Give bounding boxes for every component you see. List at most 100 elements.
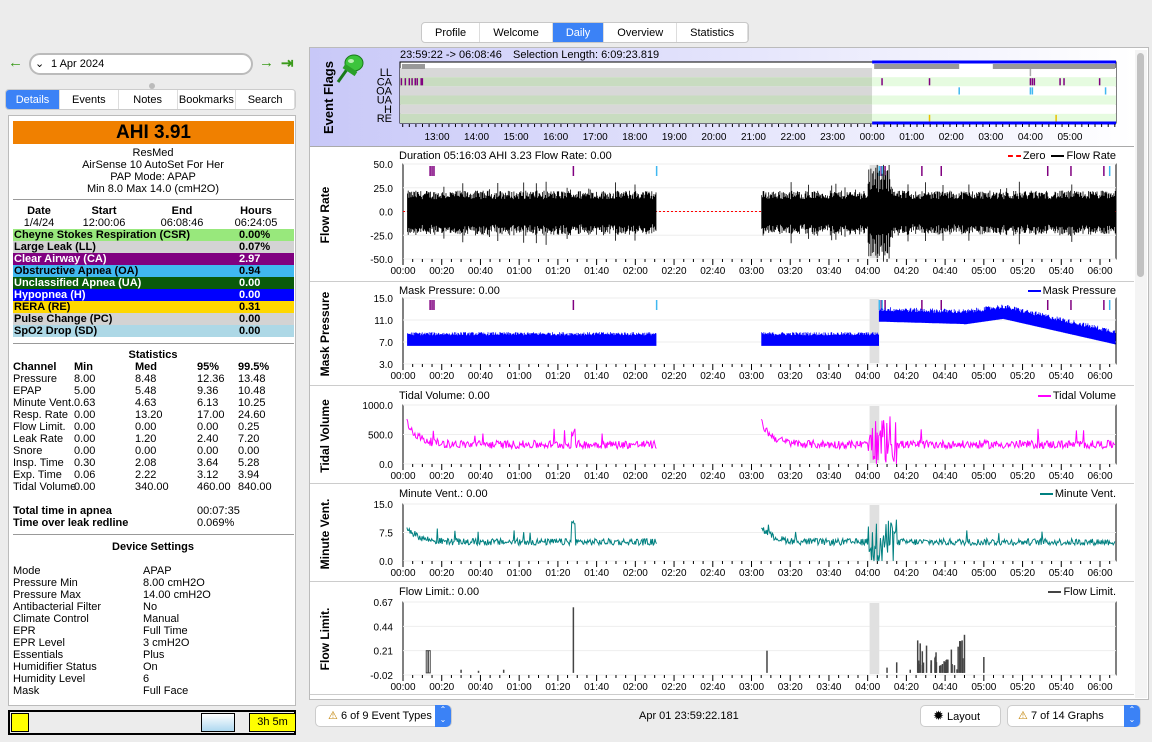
stats-cell: 17.00 bbox=[197, 409, 225, 421]
stats-cell: 10.48 bbox=[238, 385, 266, 397]
range-label: 23:59:22 -> 06:08:46 bbox=[400, 49, 502, 61]
legend-swatch bbox=[1027, 290, 1041, 293]
legend: Minute Vent. bbox=[1039, 488, 1116, 500]
tab-bookmarks[interactable]: Bookmarks bbox=[178, 90, 237, 109]
tab-welcome[interactable]: Welcome bbox=[480, 23, 553, 42]
graph-header: Tidal Volume: 0.00 bbox=[399, 390, 490, 402]
stats-cell: 12.36 bbox=[197, 373, 225, 385]
tab-daily[interactable]: Daily bbox=[552, 23, 605, 42]
pin-icon[interactable] bbox=[334, 52, 366, 84]
setting-label: Humidifier Status bbox=[13, 661, 97, 673]
setting-label: Pressure Min bbox=[13, 577, 78, 589]
machine-model: AirSense 10 AutoSet For Her bbox=[82, 159, 224, 171]
setting-row: Mode APAP bbox=[13, 565, 294, 577]
stats-cell: Insp. Time bbox=[13, 457, 64, 469]
stats-total-value: 0.069% bbox=[197, 517, 235, 529]
graph-scrollbar[interactable] bbox=[1135, 50, 1147, 698]
stats-cell: 13.20 bbox=[135, 409, 163, 421]
event-index-row[interactable]: Large Leak (LL) 0.07% bbox=[13, 241, 294, 253]
details-tabs: Details Events Notes Bookmarks Search bbox=[5, 89, 296, 110]
setting-value: 8.00 cmH2O bbox=[143, 577, 205, 589]
event-index-row[interactable]: RERA (RE) 0.31 bbox=[13, 301, 294, 313]
stats-cell: Minute Vent. bbox=[13, 397, 75, 409]
stats-total-label: Total time in apnea bbox=[13, 505, 112, 517]
divider bbox=[13, 199, 294, 200]
tab-profile[interactable]: Profile bbox=[422, 23, 481, 42]
pressure-graph-panel: Mask Pressure Mask Pressure: 0.00 Mask Pre… bbox=[310, 284, 1134, 386]
device-settings-title: Device Settings bbox=[112, 541, 194, 553]
stats-header-row: Channel Min Med 95% 99.5% bbox=[13, 361, 294, 373]
event-label: Obstructive Apnea (OA) bbox=[14, 265, 139, 277]
setting-row: Antibacterial Filter No bbox=[13, 601, 294, 613]
event-index-row[interactable]: Obstructive Apnea (OA) 0.94 bbox=[13, 265, 294, 277]
event-types-dropdown[interactable]: ⚠ 6 of 9 Event Types ⌃ ⌄ bbox=[315, 705, 452, 727]
event-index-row[interactable]: SpO2 Drop (SD) 0.00 bbox=[13, 325, 294, 337]
tab-search[interactable]: Search bbox=[236, 90, 295, 109]
status-indicator bbox=[201, 713, 235, 732]
setting-row: EPR Level 3 cmH2O bbox=[13, 637, 294, 649]
legend-swatch bbox=[1051, 155, 1065, 158]
panel-title: Flow Limit. bbox=[318, 607, 332, 671]
stats-cell: 7.20 bbox=[238, 433, 260, 445]
stats-cell: 0.00 bbox=[197, 421, 219, 433]
stats-cell: 340.00 bbox=[135, 481, 169, 493]
setting-value: Full Face bbox=[143, 685, 189, 697]
tab-events[interactable]: Events bbox=[60, 90, 119, 109]
tab-notes[interactable]: Notes bbox=[119, 90, 178, 109]
arrow-to-end-icon[interactable]: ⇥ bbox=[281, 54, 294, 72]
tab-statistics[interactable]: Statistics bbox=[677, 23, 749, 42]
event-index-row[interactable]: Cheyne Stokes Respiration (CSR) 0.00% bbox=[13, 229, 294, 241]
stats-cell: 0.00 bbox=[74, 409, 96, 421]
event-index-row[interactable]: Clear Airway (CA) 2.97 bbox=[13, 253, 294, 265]
stats-cell: 0.00 bbox=[74, 481, 96, 493]
session-value: 06:24:05 bbox=[234, 217, 278, 229]
setting-value: Manual bbox=[143, 613, 180, 625]
event-flags-panel: Event Flags 23:59:22 -> 06:08:46 Selecti… bbox=[310, 48, 1134, 147]
status-indicator bbox=[11, 713, 29, 732]
stats-header: Min bbox=[74, 361, 93, 373]
stats-row: Pressure 8.00 8.48 12.36 13.48 bbox=[13, 373, 294, 385]
stats-cell: 0.00 bbox=[74, 445, 96, 457]
scrollbar-thumb[interactable] bbox=[1137, 53, 1144, 277]
session-value: 12:00:06 bbox=[82, 217, 126, 229]
arrow-right-icon[interactable]: → bbox=[259, 54, 274, 71]
stats-total-label: Time over leak redline bbox=[13, 517, 129, 529]
event-index-row[interactable]: Unclassified Apnea (UA) 0.00 bbox=[13, 277, 294, 289]
stats-cell: 2.08 bbox=[135, 457, 157, 469]
warning-icon: ⚠ bbox=[1018, 710, 1028, 722]
stats-cell: 2.22 bbox=[135, 469, 157, 481]
event-index-row[interactable]: Pulse Change (PC) 0.00 bbox=[13, 313, 294, 325]
legend-label: Zero bbox=[1022, 150, 1046, 162]
stats-cell: Leak Rate bbox=[13, 433, 64, 445]
selection-length: Selection Length: 6:09:23.819 bbox=[513, 49, 660, 61]
legend-item: Zero bbox=[1007, 150, 1046, 162]
divider bbox=[13, 534, 294, 535]
setting-value: 6 bbox=[143, 673, 150, 685]
stats-total-row: Total time in apnea 00:07:35 bbox=[13, 505, 294, 517]
event-value: 0.31 bbox=[239, 301, 261, 313]
current-timestamp: Apr 01 23:59:22.181 bbox=[639, 710, 739, 722]
pap-mode: PAP Mode: APAP bbox=[110, 171, 196, 183]
arrow-left-icon[interactable]: ← bbox=[8, 54, 23, 71]
stats-cell: 0.06 bbox=[74, 469, 96, 481]
tab-details[interactable]: Details bbox=[6, 90, 60, 109]
stats-row: Insp. Time 0.30 2.08 3.64 5.28 bbox=[13, 457, 294, 469]
legend: Tidal Volume bbox=[1037, 390, 1116, 402]
tab-overview[interactable]: Overview bbox=[604, 23, 678, 42]
stats-cell: Exp. Time bbox=[13, 469, 62, 481]
graphs-dropdown[interactable]: ⚠ 7 of 14 Graphs ⌃ ⌄ bbox=[1007, 705, 1141, 727]
setting-row: Humidifier Status On bbox=[13, 661, 294, 673]
stats-row: Tidal Volume 0.00 340.00 460.00 840.00 bbox=[13, 481, 294, 493]
date-picker[interactable]: ⌄ 1 Apr 2024 bbox=[29, 53, 253, 75]
setting-label: EPR bbox=[13, 625, 36, 637]
panel-title: Tidal Volume bbox=[318, 398, 332, 473]
stats-row: Snore 0.00 0.00 0.00 0.00 bbox=[13, 445, 294, 457]
spinner-icon: ⌃ ⌄ bbox=[1124, 705, 1140, 727]
event-index-row[interactable]: Hypopnea (H) 0.00 bbox=[13, 289, 294, 301]
legend-label: Flow Limit. bbox=[1063, 586, 1116, 598]
stats-cell: Tidal Volume bbox=[13, 481, 77, 493]
details-panel: AHI 3.91 ResMed AirSense 10 AutoSet For … bbox=[8, 115, 296, 706]
stats-cell: Resp. Rate bbox=[13, 409, 69, 421]
layout-button[interactable]: ✹ Layout bbox=[920, 705, 1001, 727]
setting-label: Mask bbox=[13, 685, 40, 697]
